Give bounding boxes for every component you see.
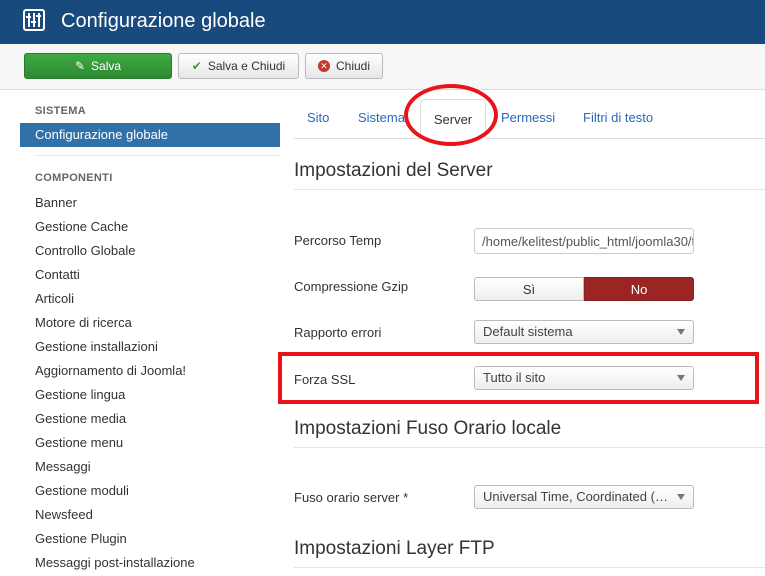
sidebar-item[interactable]: Gestione media — [35, 411, 126, 426]
tab-permissions[interactable]: Permessi — [501, 110, 555, 125]
error-reporting-value: Default sistema — [483, 324, 573, 339]
sidebar-item[interactable]: Gestione menu — [35, 435, 123, 450]
sidebar-item[interactable]: Articoli — [35, 291, 74, 306]
sidebar-item[interactable]: Motore di ricerca — [35, 315, 132, 330]
section-divider — [294, 189, 765, 190]
sidebar-item[interactable]: Controllo Globale — [35, 243, 135, 258]
close-icon: ✕ — [317, 60, 330, 72]
temp-path-label: Percorso Temp — [294, 233, 382, 248]
save-close-button[interactable]: ✔ Salva e Chiudi — [178, 53, 299, 79]
temp-path-input[interactable] — [474, 228, 694, 254]
sidebar-heading-components: COMPONENTI — [35, 172, 113, 184]
sidebar-item[interactable]: Gestione lingua — [35, 387, 125, 402]
caret-down-icon — [677, 329, 685, 335]
error-reporting-label: Rapporto errori — [294, 325, 382, 340]
annotation-circle — [404, 84, 498, 146]
sidebar-item[interactable]: Gestione installazioni — [35, 339, 158, 354]
tab-site[interactable]: Sito — [307, 110, 329, 125]
gzip-label: Compressione Gzip — [294, 279, 409, 294]
tab-system[interactable]: Sistema — [358, 110, 405, 125]
tab-text-filters[interactable]: Filtri di testo — [583, 110, 653, 125]
sidebar-divider — [35, 155, 280, 156]
save-button[interactable]: ✎ Salva — [24, 53, 172, 79]
section-divider — [294, 447, 765, 448]
app-header: Configurazione globale — [0, 0, 765, 44]
sidebar-item[interactable]: Messaggi post-installazione — [35, 555, 195, 570]
sidebar-item[interactable]: Gestione Plugin — [35, 531, 127, 546]
sidebar-item[interactable]: Banner — [35, 195, 77, 210]
section-divider — [294, 567, 765, 568]
gzip-no-button[interactable]: No — [584, 277, 694, 301]
caret-down-icon — [677, 494, 685, 500]
save-button-label: Salva — [91, 59, 122, 73]
page-title: Configurazione globale — [61, 10, 266, 32]
server-timezone-label: Fuso orario server * — [294, 490, 409, 505]
server-timezone-value: Universal Time, Coordinated (UTC) — [483, 489, 673, 504]
sidebar-item[interactable]: Newsfeed — [35, 507, 93, 522]
error-reporting-select[interactable]: Default sistema — [474, 320, 694, 344]
server-section-title: Impostazioni del Server — [294, 160, 493, 181]
sidebar-item[interactable]: Gestione Cache — [35, 219, 128, 234]
sidebar-item[interactable]: Contatti — [35, 267, 80, 282]
sidebar-item[interactable]: Messaggi — [35, 459, 91, 474]
annotation-rectangle — [278, 352, 759, 404]
sliders-icon — [23, 9, 45, 31]
edit-icon: ✎ — [74, 59, 86, 73]
close-button[interactable]: ✕ Chiudi — [305, 53, 383, 79]
gzip-yes-button[interactable]: Sì — [474, 277, 584, 301]
check-icon: ✔ — [191, 59, 202, 73]
save-close-button-label: Salva e Chiudi — [207, 59, 286, 73]
ftp-section-title: Impostazioni Layer FTP — [294, 538, 495, 559]
sidebar-item[interactable]: Gestione moduli — [35, 483, 129, 498]
server-timezone-select[interactable]: Universal Time, Coordinated (UTC) — [474, 485, 694, 509]
sidebar-item[interactable]: Aggiornamento di Joomla! — [35, 363, 186, 378]
sidebar-heading-system: SISTEMA — [35, 105, 86, 117]
tabs-baseline — [294, 138, 765, 139]
close-button-label: Chiudi — [335, 59, 371, 73]
gzip-toggle[interactable]: Sì No — [474, 277, 694, 301]
sidebar-item-global-config[interactable]: Configurazione globale — [20, 123, 280, 147]
toolbar: ✎ Salva ✔ Salva e Chiudi ✕ Chiudi — [0, 44, 765, 90]
timezone-section-title: Impostazioni Fuso Orario locale — [294, 418, 562, 439]
